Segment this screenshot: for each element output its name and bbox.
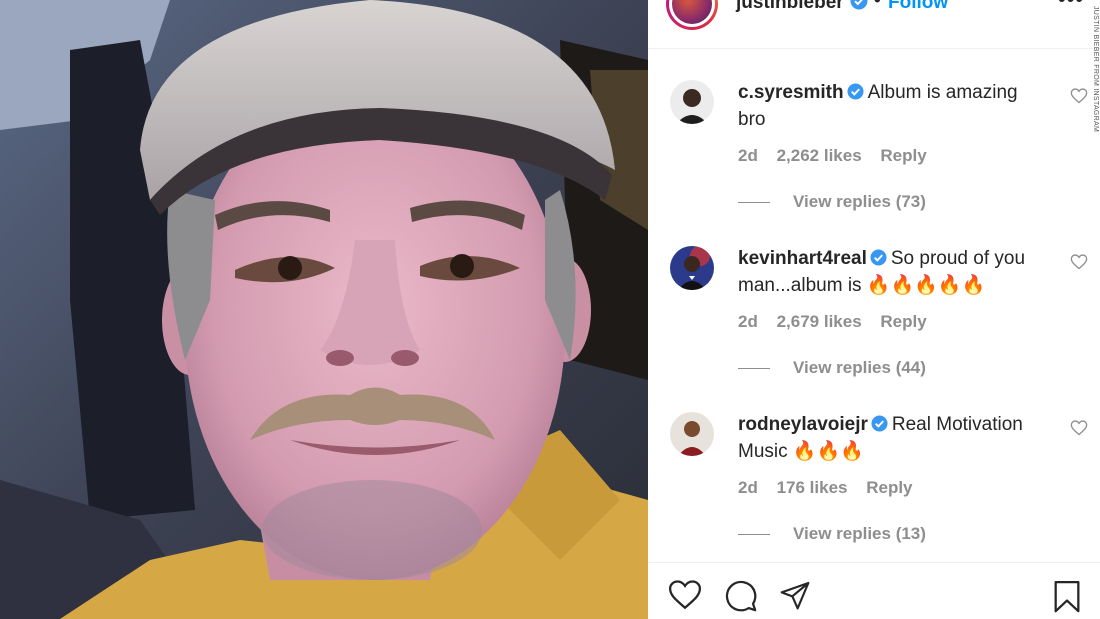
- share-icon[interactable]: [778, 579, 812, 616]
- comment-meta: 2d 176 likes Reply: [738, 478, 927, 498]
- verified-badge-icon: [871, 414, 888, 439]
- post-action-bar: [648, 562, 1100, 619]
- comment-icon[interactable]: [724, 579, 758, 618]
- comment-text-block: rodneylavoiejr Real Motivation Music 🔥🔥🔥: [738, 412, 1048, 464]
- comment-like-heart-icon[interactable]: [1070, 420, 1088, 441]
- replies-divider: [738, 202, 770, 203]
- follow-button[interactable]: Follow: [888, 0, 948, 14]
- heart-icon[interactable]: [668, 579, 702, 616]
- comment-username[interactable]: kevinhart4real: [738, 248, 867, 269]
- fire-emoji-icon: 🔥🔥🔥🔥🔥: [866, 275, 986, 296]
- comment-username[interactable]: rodneylavoiejr: [738, 414, 868, 435]
- bookmark-icon[interactable]: [1050, 579, 1084, 619]
- comment-age: 2d: [738, 146, 758, 165]
- comment-username[interactable]: c.syresmith: [738, 82, 844, 103]
- replies-divider: [738, 368, 770, 369]
- commenter-avatar[interactable]: [670, 80, 714, 124]
- verified-badge-icon: [850, 0, 868, 15]
- comment-text-block: c.syresmith Album is amazing bro: [738, 80, 1048, 132]
- view-replies-link[interactable]: View replies (73): [793, 192, 926, 212]
- comment-text-block: kevinhart4real So proud of you man...albu…: [738, 246, 1048, 298]
- commenter-avatar[interactable]: [670, 412, 714, 456]
- fire-emoji-icon: 🔥🔥🔥: [792, 441, 864, 462]
- comments-panel: justinbieber • Follow ••• c.syresmithAlb…: [648, 0, 1100, 619]
- comment-like-heart-icon[interactable]: [1070, 88, 1088, 109]
- header-separator: •: [874, 0, 881, 11]
- comment-item: c.syresmith Album is amazing bro 2d 2,262…: [648, 80, 1100, 246]
- view-replies-link[interactable]: View replies (44): [793, 358, 926, 378]
- reply-button[interactable]: Reply: [866, 478, 912, 497]
- photo-credit: JUSTIN BIEBER FROM INSTAGRAM: [1089, 6, 1100, 132]
- view-replies-link[interactable]: View replies (13): [793, 524, 926, 544]
- comment-age: 2d: [738, 478, 758, 497]
- comment-likes[interactable]: 2,679 likes: [777, 312, 862, 331]
- verified-badge-icon: [847, 82, 864, 107]
- comment-likes[interactable]: 176 likes: [777, 478, 848, 497]
- post-header: justinbieber • Follow •••: [648, 0, 1100, 49]
- author-username[interactable]: justinbieber: [736, 0, 844, 14]
- post-photo[interactable]: [0, 0, 648, 619]
- comment-age: 2d: [738, 312, 758, 331]
- commenter-avatar[interactable]: [670, 246, 714, 290]
- author-avatar[interactable]: [666, 0, 718, 30]
- comment-item: kevinhart4real So proud of you man...albu…: [648, 246, 1100, 412]
- reply-button[interactable]: Reply: [880, 312, 926, 331]
- comment-like-heart-icon[interactable]: [1070, 254, 1088, 275]
- photo-credit-text: JUSTIN BIEBER FROM INSTAGRAM: [1092, 6, 1099, 133]
- comment-meta: 2d 2,679 likes Reply: [738, 312, 941, 332]
- comment-item: rodneylavoiejr Real Motivation Music 🔥🔥🔥 …: [648, 412, 1100, 578]
- more-options-icon[interactable]: •••: [1058, 0, 1084, 12]
- selfie-image: [0, 0, 648, 619]
- reply-button[interactable]: Reply: [880, 146, 926, 165]
- comment-meta: 2d 2,262 likes Reply: [738, 146, 941, 166]
- comment-likes[interactable]: 2,262 likes: [777, 146, 862, 165]
- verified-badge-icon: [870, 248, 887, 273]
- replies-divider: [738, 534, 770, 535]
